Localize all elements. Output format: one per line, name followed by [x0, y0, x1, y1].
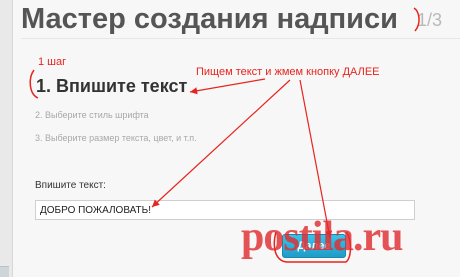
text-field-label: Впишите текст:: [35, 180, 106, 191]
step-3-label: 3. Выберите размер текста, цвет, и т.п.: [35, 133, 197, 143]
step-1-title: 1. Впишите текст: [36, 74, 187, 98]
step-annotation: 1 шаг: [38, 56, 67, 68]
wizard-title: Мастер создания надписи: [21, 3, 398, 35]
wizard-progress: 1/3: [417, 10, 443, 30]
page-left-strip: [0, 0, 13, 277]
step-1-number: 1.: [36, 76, 52, 96]
corner-badge: [0, 266, 9, 277]
title-divider: [21, 38, 460, 39]
step-2-label: 2. Выберите стиль шрифта: [35, 110, 149, 120]
postila-watermark: postila.ru: [241, 214, 404, 260]
instruction-annotation: Пищем текст и жмем кнопку ДАЛЕЕ: [196, 66, 380, 78]
step-1-label: Впишите текст: [56, 76, 188, 96]
